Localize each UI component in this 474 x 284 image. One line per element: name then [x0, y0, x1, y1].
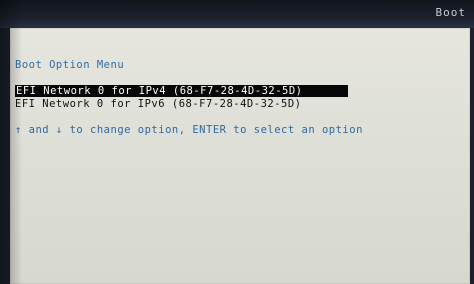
instructions-text: ↑ and ↓ to change option, ENTER to selec… [15, 124, 363, 136]
boot-option-ipv4[interactable]: EFI Network 0 for IPv4 (68-F7-28-4D-32-5… [15, 85, 348, 97]
bios-screen: Boot Boot Option Menu EFI Network 0 for … [0, 0, 474, 284]
boot-option-ipv6[interactable]: EFI Network 0 for IPv6 (68-F7-28-4D-32-5… [15, 98, 302, 110]
boot-menu-title: Boot Option Menu [15, 59, 125, 71]
window-title: Boot [435, 6, 466, 19]
top-header: Boot [0, 0, 474, 28]
boot-menu-panel: Boot Option Menu EFI Network 0 for IPv4 … [10, 28, 470, 284]
